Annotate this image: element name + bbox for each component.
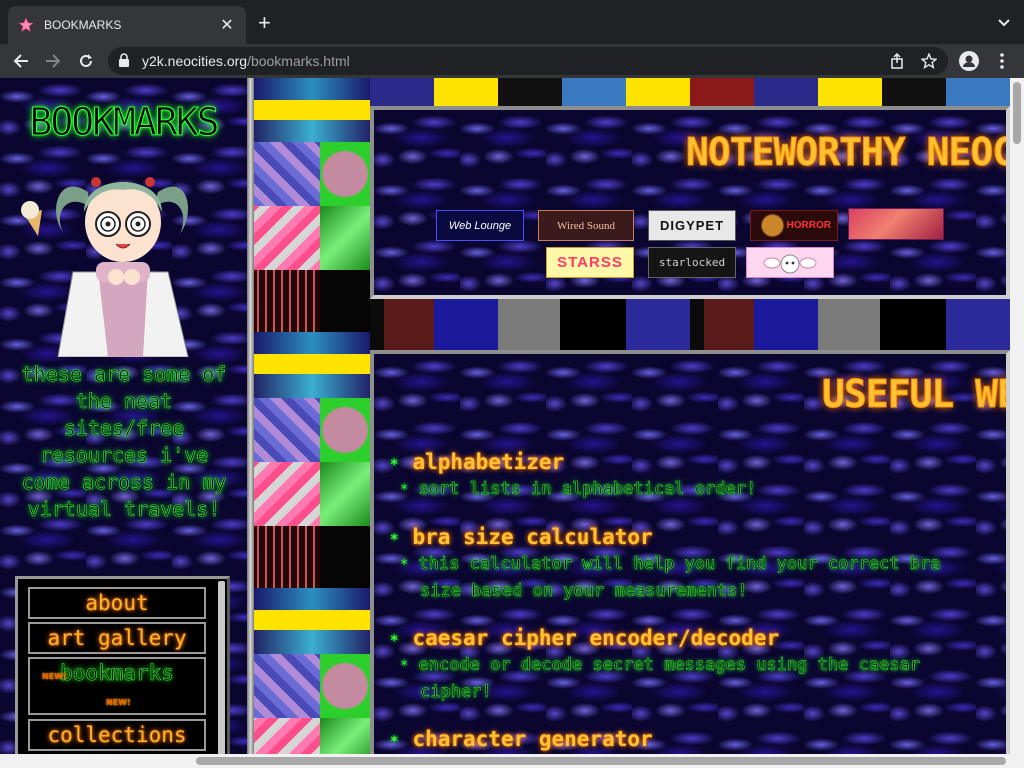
noteworthy-heading: NOTEWORTHY NEOCITIES	[686, 130, 1010, 175]
bullet-icon: *	[390, 734, 399, 750]
list-item: * bra size calculator * this calculator wi…	[390, 525, 990, 604]
address-bar[interactable]: y2k.neocities.org/bookmarks.html	[108, 47, 948, 75]
weblounge-button-label: Web Lounge	[448, 219, 512, 232]
menu-scrollbar[interactable]	[218, 581, 225, 761]
nav-item-bookmarks-label: bookmarks	[60, 661, 174, 686]
resource-link[interactable]: character generator	[412, 727, 652, 751]
page-viewport: BOOKMARKS these are some of the neat sit…	[0, 78, 1024, 768]
nav-menu: about art gallery bookmarks NEW! NEW! co…	[15, 576, 230, 768]
vertical-scroll-thumb[interactable]	[1013, 82, 1021, 144]
wired-sound-button-label: Wired Sound	[557, 219, 615, 232]
new-tab-button[interactable]: +	[258, 12, 271, 34]
collage-strip-middle	[370, 296, 1010, 352]
menu-kebab-icon[interactable]	[991, 50, 1013, 72]
face-art-button[interactable]	[848, 208, 944, 240]
collage-strip-top	[370, 78, 1024, 108]
tab-title: BOOKMARKS	[44, 18, 122, 32]
browser-toolbar: y2k.neocities.org/bookmarks.html	[0, 44, 1024, 78]
digypet-button-label: DIGYPET	[659, 218, 725, 233]
cute-pet-button[interactable]	[746, 247, 834, 278]
bullet-icon: *	[400, 658, 409, 674]
horror-button-label: HORROR	[786, 220, 831, 231]
share-icon[interactable]	[888, 52, 906, 70]
bullet-icon: *	[390, 532, 399, 548]
horizontal-scrollbar[interactable]	[0, 754, 1010, 768]
resource-list: * alphabetizer * sort lists in alphabetica…	[390, 450, 990, 766]
scrollbar-corner	[1010, 754, 1024, 768]
sidebar: BOOKMARKS these are some of the neat sit…	[0, 78, 247, 768]
list-item: * character generator	[390, 727, 990, 751]
url-host: y2k.neocities.org	[142, 53, 248, 69]
resource-link[interactable]: bra size calculator	[412, 525, 652, 549]
bullet-icon: *	[400, 557, 409, 573]
noteworthy-panel: NOTEWORTHY NEOCITIES Web Lounge Wired So…	[370, 106, 1010, 299]
forward-icon[interactable]	[42, 50, 64, 72]
starss-button[interactable]: STARSS	[546, 247, 634, 278]
collage-background	[254, 78, 370, 768]
url-path: /bookmarks.html	[247, 53, 350, 69]
starlocked-button[interactable]: starlocked	[648, 247, 736, 278]
bullet-icon: *	[390, 457, 399, 473]
nav-item-art-gallery[interactable]: art gallery	[28, 622, 206, 654]
resource-description: this calculator will help you find your …	[418, 554, 941, 602]
url-text[interactable]: y2k.neocities.org/bookmarks.html	[142, 53, 350, 69]
starss-button-label: STARSS	[557, 254, 623, 271]
active-tab[interactable]: BOOKMARKS ✕	[8, 6, 246, 44]
angel-face-icon	[763, 254, 817, 273]
resource-description: encode or decode secret messages using t…	[418, 655, 920, 703]
nav-item-about[interactable]: about	[28, 587, 206, 619]
new-badge: NEW!	[42, 672, 67, 681]
useful-heading: USEFUL WEBSITES	[821, 372, 1006, 417]
digypet-button[interactable]: DIGYPET	[648, 210, 736, 241]
sidebar-description: these are some of the neat sites/free re…	[21, 362, 227, 522]
new-badge-secondary: NEW!	[106, 698, 131, 707]
resource-description: sort lists in alphabetical order!	[418, 479, 757, 500]
starlocked-button-label: starlocked	[658, 256, 726, 269]
horizontal-scroll-thumb[interactable]	[196, 757, 1006, 765]
star-favicon-icon	[18, 17, 34, 33]
bullet-icon: *	[390, 633, 399, 649]
nav-item-collections[interactable]: collections	[28, 719, 206, 751]
page-title: BOOKMARKS	[29, 100, 220, 145]
vertical-scrollbar[interactable]	[1010, 78, 1024, 754]
list-item: * alphabetizer * sort lists in alphabetica…	[390, 450, 990, 503]
useful-panel: USEFUL WEBSITES *alphabetizer *sort list…	[370, 350, 1010, 768]
back-icon[interactable]	[10, 50, 32, 72]
wired-sound-button[interactable]: Wired Sound	[538, 210, 634, 241]
tab-strip: BOOKMARKS ✕ +	[0, 0, 1024, 44]
resource-link[interactable]: caesar cipher encoder/decoder	[412, 626, 779, 650]
profile-icon[interactable]	[958, 50, 980, 72]
bullet-icon: *	[400, 482, 409, 498]
mascot-illustration	[21, 177, 189, 357]
list-item: * caesar cipher encoder/decoder * encode o…	[390, 626, 990, 705]
lock-icon[interactable]	[118, 53, 130, 72]
close-tab-icon[interactable]: ✕	[218, 15, 236, 35]
bookmark-star-icon[interactable]	[920, 52, 938, 70]
tab-search-icon[interactable]	[998, 14, 1010, 32]
horror-button[interactable]: HORROR	[750, 210, 838, 241]
resource-link[interactable]: alphabetizer	[412, 450, 564, 474]
weblounge-button[interactable]: Web Lounge	[436, 210, 524, 241]
frame-divider[interactable]	[247, 78, 254, 768]
reload-icon[interactable]	[75, 50, 97, 72]
